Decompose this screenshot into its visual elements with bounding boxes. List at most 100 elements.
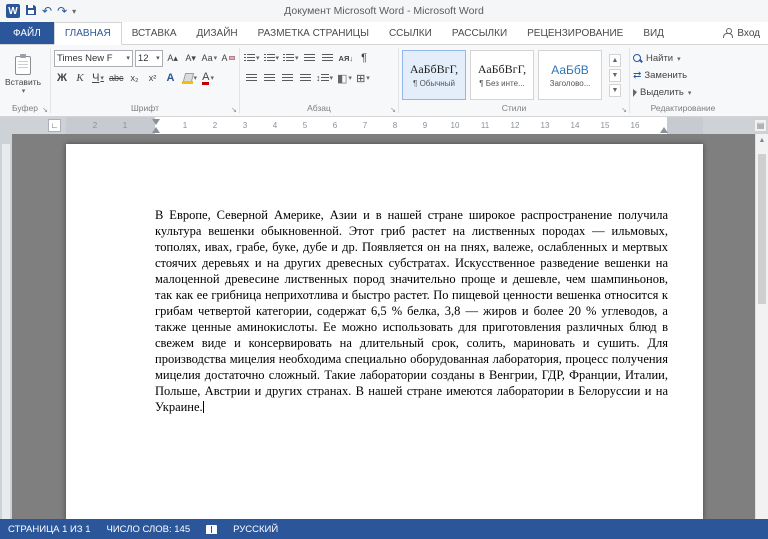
tab-mailings[interactable]: РАССЫЛКИ [442, 22, 517, 44]
align-left-button[interactable] [243, 69, 259, 87]
styles-group-label: Стили [501, 103, 527, 113]
clear-formatting-button[interactable]: А [220, 49, 236, 67]
ruler-number: 1 [182, 121, 188, 130]
numbering-button[interactable]: ▾ [263, 49, 281, 67]
ruler-number: 13 [540, 121, 550, 130]
show-marks-button[interactable]: ¶ [356, 49, 372, 67]
font-name-combo[interactable]: Times New F ▾ [54, 49, 133, 67]
font-size-combo[interactable]: 12 ▾ [134, 49, 163, 67]
align-center-button[interactable] [261, 69, 277, 87]
shrink-font-button[interactable]: А▾ [183, 49, 199, 67]
styles-group: АаБбВгГ, ¶ Обычный АаБбВгГ, ¶ Без инте..… [399, 45, 629, 116]
increase-indent-icon [322, 53, 334, 63]
redo-icon[interactable]: ↷ [57, 5, 67, 17]
save-icon[interactable] [25, 4, 37, 18]
borders-dropdown-icon: ▾ [366, 75, 370, 82]
document-page[interactable]: В Европе, Северной Америке, Азии и в наш… [66, 144, 703, 519]
tab-stop-selector[interactable]: ∟ [48, 119, 61, 132]
left-indent-marker[interactable] [152, 127, 160, 133]
tab-home[interactable]: ГЛАВНАЯ [53, 22, 122, 45]
borders-button[interactable]: ⊞ ▾ [355, 69, 371, 87]
shading-button[interactable]: ◧ ▾ [336, 69, 353, 87]
style-gallery-up-button[interactable]: ▲ [609, 53, 621, 67]
style-gallery-more-button[interactable]: ▼ [609, 83, 621, 97]
align-right-button[interactable] [279, 69, 295, 87]
word-logo-icon[interactable]: W [6, 4, 20, 18]
clipboard-dialog-launcher[interactable]: ↘ [42, 107, 48, 114]
first-line-indent-marker[interactable] [152, 119, 160, 125]
increase-indent-button[interactable] [320, 49, 336, 67]
font-name-value: Times New F [57, 52, 113, 64]
ruler-right-margin [667, 117, 703, 134]
tab-insert[interactable]: ВСТАВКА [122, 22, 187, 44]
italic-button[interactable]: К [72, 69, 88, 87]
font-dialog-launcher[interactable]: ↘ [231, 107, 237, 114]
ruler-number: 2 [212, 121, 218, 130]
scrollbar-thumb[interactable] [758, 154, 766, 304]
strikethrough-button[interactable]: abc [108, 69, 125, 87]
sort-button[interactable]: АЯ↓ [338, 49, 355, 67]
select-button[interactable]: Выделить ▾ [633, 84, 733, 101]
text-effects-button[interactable]: А [163, 69, 179, 87]
document-text[interactable]: В Европе, Северной Америке, Азии и в наш… [66, 144, 703, 415]
tab-design[interactable]: ДИЗАЙН [187, 22, 248, 44]
decrease-indent-icon [304, 53, 316, 63]
qat-customize-icon[interactable]: ▾ [72, 7, 76, 16]
style-name: ¶ Обычный [413, 79, 455, 88]
ruler-number: 6 [332, 121, 338, 130]
vertical-scrollbar[interactable]: ▲ [755, 134, 768, 519]
quick-access-toolbar: W ↶ ↷ ▾ [0, 4, 76, 18]
style-gallery-down-button[interactable]: ▼ [609, 68, 621, 82]
bullets-button[interactable]: ▾ [243, 49, 261, 67]
font-color-button[interactable]: А ▾ [200, 69, 216, 87]
ruler-toggle-icon[interactable]: ▤ [754, 119, 767, 132]
font-group: Times New F ▾ 12 ▾ А▴ А▾ Аа▾ А Ж К Ч▾ [51, 45, 239, 116]
font-size-value: 12 [137, 52, 149, 64]
paste-button[interactable]: Вставить ▾ [3, 48, 43, 102]
styles-dialog-launcher[interactable]: ↘ [621, 107, 627, 114]
right-indent-marker[interactable] [660, 127, 668, 133]
paragraph-dialog-launcher[interactable]: ↘ [390, 107, 396, 114]
tab-page-layout[interactable]: РАЗМЕТКА СТРАНИЦЫ [248, 22, 379, 44]
line-spacing-lines-icon [320, 73, 329, 83]
bullet-list-icon [244, 53, 255, 63]
underline-dropdown-icon: ▾ [100, 75, 104, 82]
sign-in[interactable]: Вход [723, 22, 760, 44]
font-name-dropdown-icon: ▾ [126, 55, 130, 62]
scroll-up-icon[interactable]: ▲ [756, 134, 768, 147]
superscript-button[interactable]: x² [145, 69, 161, 87]
language-status[interactable]: РУССКИЙ [233, 524, 278, 535]
word-window: Документ Microsoft Word - Microsoft Word… [0, 0, 768, 539]
bold-button[interactable]: Ж [54, 69, 70, 87]
change-case-button[interactable]: Аа ▾ [201, 49, 218, 67]
highlight-button[interactable]: ▾ [181, 69, 199, 87]
replace-icon: ⇄ [633, 70, 642, 81]
multilevel-list-button[interactable]: ▾ [282, 49, 300, 67]
line-spacing-button[interactable]: ↕ ▾ [315, 69, 334, 87]
tab-view[interactable]: ВИД [633, 22, 674, 44]
title-bar: Документ Microsoft Word - Microsoft Word… [0, 0, 768, 22]
vertical-ruler-scale [2, 144, 10, 519]
justify-button[interactable] [297, 69, 313, 87]
style-normal[interactable]: АаБбВгГ, ¶ Обычный [402, 50, 466, 100]
undo-icon[interactable]: ↶ [42, 5, 52, 17]
tab-file[interactable]: ФАЙЛ [0, 22, 54, 44]
subscript-button[interactable]: x₂ [127, 69, 143, 87]
proofing-status[interactable] [206, 524, 218, 534]
tab-review[interactable]: РЕЦЕНЗИРОВАНИЕ [517, 22, 633, 44]
tab-references[interactable]: ССЫЛКИ [379, 22, 442, 44]
editing-group-label: Редактирование [650, 103, 716, 113]
style-no-spacing[interactable]: АаБбВгГ, ¶ Без инте... [470, 50, 534, 100]
decrease-indent-button[interactable] [302, 49, 318, 67]
style-heading1[interactable]: АаБбВ Заголово... [538, 50, 602, 100]
page-count-status[interactable]: СТРАНИЦА 1 ИЗ 1 [8, 524, 91, 535]
select-dropdown-icon: ▾ [687, 89, 692, 97]
replace-button[interactable]: ⇄ Заменить [633, 67, 733, 84]
grow-font-button[interactable]: А▴ [165, 49, 181, 67]
word-count-status[interactable]: ЧИСЛО СЛОВ: 145 [107, 524, 191, 535]
paragraph-group-label: Абзац [307, 103, 331, 113]
font-color-dropdown-icon: ▾ [210, 75, 214, 82]
find-button[interactable]: Найти ▾ [633, 50, 733, 67]
font-group-label: Шрифт [131, 103, 159, 113]
underline-button[interactable]: Ч ▾ [90, 69, 106, 87]
